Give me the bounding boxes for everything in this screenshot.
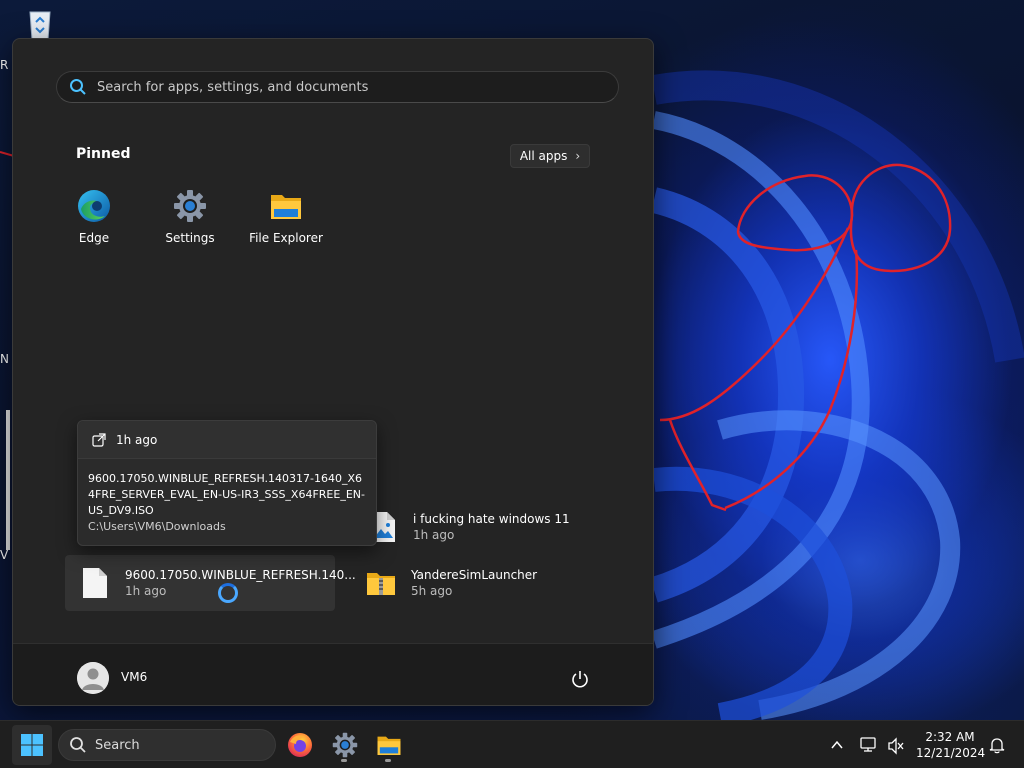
- desktop-icon-label-fragment: N: [0, 352, 9, 366]
- search-icon: [70, 79, 86, 95]
- zip-folder-icon: [367, 573, 395, 595]
- tooltip-path: C:\Users\VM6\Downloads: [88, 520, 226, 533]
- settings-icon: [174, 190, 206, 222]
- recommended-item[interactable]: YandereSimLauncher 5h ago: [367, 567, 537, 599]
- file-explorer-icon: [377, 736, 401, 755]
- recommended-item-time: 1h ago: [413, 528, 455, 542]
- pinned-app-edge[interactable]: Edge: [46, 189, 142, 253]
- recommended-item-name: YandereSimLauncher: [411, 568, 538, 582]
- start-menu: Search for apps, settings, and documents…: [12, 38, 654, 706]
- running-indicator: [341, 759, 347, 762]
- search-icon: [70, 737, 86, 753]
- pinned-app-label: Settings: [165, 231, 215, 245]
- taskbar-firefox[interactable]: [280, 725, 320, 765]
- pinned-app-settings[interactable]: Settings: [142, 189, 238, 253]
- all-apps-label: All apps: [519, 149, 568, 163]
- desktop-icon-label-fragment: R: [0, 58, 9, 72]
- taskbar-search-label: Search: [95, 737, 140, 753]
- start-menu-footer: VM6: [13, 643, 653, 705]
- file-icon: [83, 568, 107, 598]
- desktop-icon-label-fragment: V: [0, 548, 9, 562]
- recommended-item-time: 1h ago: [125, 584, 167, 598]
- taskbar-search-box[interactable]: Search: [58, 729, 276, 761]
- power-icon[interactable]: [570, 669, 590, 689]
- recommended-item[interactable]: i fucking hate windows 11 1h ago: [369, 511, 570, 543]
- open-external-icon: [92, 432, 106, 447]
- windows-logo-icon: [21, 734, 43, 756]
- pinned-app-label: Edge: [78, 231, 110, 245]
- settings-icon: [332, 732, 358, 758]
- clock[interactable]: 2:32 AM 12/21/2024: [916, 729, 986, 761]
- pinned-app-label: File Explorer: [249, 231, 323, 245]
- recommended-item-name: 9600.17050.WINBLUE_REFRESH.140...: [125, 568, 356, 582]
- start-button[interactable]: [12, 725, 52, 765]
- taskbar: Search 2:32 AM 12/21/2024: [0, 720, 1024, 768]
- tooltip-time: 1h ago: [116, 432, 158, 447]
- desktop-window-edge: [6, 410, 10, 550]
- tooltip-filename: 9600.17050.WINBLUE_REFRESH.140317-1640_X…: [88, 472, 365, 517]
- start-search-input[interactable]: Search for apps, settings, and documents: [56, 71, 619, 103]
- running-indicator: [385, 759, 391, 762]
- notification-bell-icon[interactable]: [988, 736, 1006, 754]
- volume-muted-icon[interactable]: [887, 737, 905, 755]
- edge-icon: [78, 190, 110, 222]
- file-explorer-icon: [271, 195, 301, 219]
- firefox-icon: [288, 733, 312, 757]
- all-apps-button[interactable]: All apps ›: [510, 144, 590, 168]
- chevron-up-icon[interactable]: [830, 738, 844, 752]
- pinned-app-file-explorer[interactable]: File Explorer: [238, 189, 334, 253]
- clock-time: 2:32 AM: [925, 730, 975, 744]
- recommended-item-time: 5h ago: [411, 584, 453, 598]
- loading-spinner-icon: [218, 583, 238, 603]
- taskbar-settings[interactable]: [325, 725, 365, 765]
- user-icon: [77, 662, 109, 694]
- recycle-bin-icon[interactable]: [22, 6, 58, 42]
- recommended-item-name: i fucking hate windows 11: [413, 512, 570, 526]
- file-tooltip: 1h ago 9600.17050.WINBLUE_REFRESH.140317…: [77, 420, 377, 546]
- search-placeholder: Search for apps, settings, and documents: [97, 79, 369, 95]
- pinned-section-title: Pinned: [76, 146, 131, 162]
- clock-date: 12/21/2024: [916, 746, 986, 760]
- tooltip-header: 1h ago: [78, 421, 376, 459]
- user-name[interactable]: VM6: [121, 670, 147, 684]
- taskbar-file-explorer[interactable]: [369, 725, 409, 765]
- user-avatar[interactable]: [77, 662, 109, 694]
- network-icon[interactable]: [860, 736, 878, 754]
- chevron-right-icon: ›: [575, 149, 581, 163]
